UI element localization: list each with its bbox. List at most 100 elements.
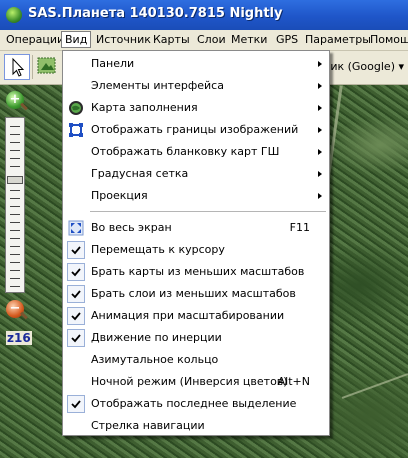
menu-item-label: Анимация при масштабировании [91, 309, 285, 322]
zoom-tick [10, 150, 20, 151]
zoom-out-icon: − [9, 301, 21, 316]
menu-item-label: Отображать последнее выделение [91, 397, 297, 410]
checkmark-icon [67, 307, 85, 325]
window-title: SAS.Планета 140130.7815 Nightly [28, 6, 283, 21]
menu-layers[interactable]: Слои [197, 33, 226, 46]
submenu-arrow-icon [318, 193, 322, 199]
zoom-tick [10, 286, 20, 287]
menu-item-maps-from-lower-zoom[interactable]: Брать карты из меньших масштабов [64, 261, 328, 283]
menu-item-label: Во весь экран [91, 221, 172, 234]
checkmark-icon [67, 395, 85, 413]
zoom-tick [10, 214, 20, 215]
app-globe-icon [6, 7, 22, 23]
menu-item-label: Стрелка навигации [91, 419, 205, 432]
zoom-tick [10, 278, 20, 279]
zoom-tick [10, 158, 20, 159]
zoom-tick [10, 230, 20, 231]
menu-marks[interactable]: Метки [231, 33, 267, 46]
bounds-icon [69, 123, 83, 137]
menu-settings[interactable]: Параметры [305, 33, 371, 46]
menu-item-label: Перемещать к курсору [91, 243, 225, 256]
checkmark-icon [67, 329, 85, 347]
menu-item-navigation-arrow[interactable]: Стрелка навигации [64, 415, 328, 437]
zoom-tick [10, 198, 20, 199]
menu-item-degree-grid[interactable]: Градусная сетка [64, 163, 328, 185]
menu-bar: Операции Вид Источник Карты Слои Метки G… [0, 30, 408, 51]
zoom-in-icon: + [9, 92, 21, 107]
zoom-in-button[interactable]: + [6, 91, 24, 109]
menu-item-label: Карта заполнения [91, 101, 198, 114]
menu-item-label: Панели [91, 57, 135, 70]
menu-item-inertia-movement[interactable]: Движение по инерции [64, 327, 328, 349]
menu-item-shortcut: F11 [289, 221, 310, 234]
view-menu-dropdown: Панели Элементы интерфейса Карта заполне… [62, 50, 330, 436]
zoom-slider-thumb[interactable] [7, 176, 23, 184]
menu-item-panels[interactable]: Панели [64, 53, 328, 75]
submenu-arrow-icon [318, 171, 322, 177]
checkmark-icon [67, 285, 85, 303]
submenu-arrow-icon [318, 149, 322, 155]
menu-item-layers-from-lower-zoom[interactable]: Брать слои из меньших масштабов [64, 283, 328, 305]
menu-item-label: Отображать границы изображений [91, 123, 299, 136]
zoom-tick [10, 126, 20, 127]
zoom-slider[interactable] [5, 117, 25, 293]
menu-item-night-mode[interactable]: Ночной режим (Инверсия цветов) Alt+N [64, 371, 328, 393]
zoom-tick [10, 190, 20, 191]
toolbar-separator [32, 55, 33, 79]
menu-item-zoom-animation[interactable]: Анимация при масштабировании [64, 305, 328, 327]
zoom-tick [10, 238, 20, 239]
menu-source[interactable]: Источник [96, 33, 151, 46]
select-area-icon [37, 57, 56, 74]
checkmark-icon [67, 263, 85, 281]
menu-help[interactable]: Помощь [370, 33, 408, 46]
zoom-tick [10, 166, 20, 167]
zoom-tick [10, 206, 20, 207]
zoom-tick [10, 142, 20, 143]
select-area-button[interactable] [35, 54, 61, 80]
menu-separator [90, 211, 326, 212]
menu-item-label: Градусная сетка [91, 167, 189, 180]
zoom-tick [10, 262, 20, 263]
submenu-arrow-icon [318, 61, 322, 67]
zoom-level-label: z16 [6, 331, 32, 345]
menu-item-label: Брать слои из меньших масштабов [91, 287, 296, 300]
submenu-arrow-icon [318, 105, 322, 111]
menu-item-last-selection[interactable]: Отображать последнее выделение [64, 393, 328, 415]
submenu-arrow-icon [318, 127, 322, 133]
menu-item-fill-map[interactable]: Карта заполнения [64, 97, 328, 119]
menu-view[interactable]: Вид [61, 31, 92, 48]
menu-item-interface-elements[interactable]: Элементы интерфейса [64, 75, 328, 97]
menu-item-fullscreen[interactable]: Во весь экран F11 [64, 217, 328, 239]
menu-item-label: Элементы интерфейса [91, 79, 224, 92]
menu-maps[interactable]: Карты [153, 33, 190, 46]
menu-item-label: Брать карты из меньших масштабов [91, 265, 305, 278]
menu-item-label: Ночной режим (Инверсия цветов) [91, 375, 288, 388]
zoom-tick [10, 134, 20, 135]
menu-item-shortcut: Alt+N [277, 375, 310, 388]
zoom-tick [10, 222, 20, 223]
title-bar: SAS.Планета 140130.7815 Nightly [0, 0, 408, 30]
menu-item-label: Проекция [91, 189, 148, 202]
pointer-tool-button[interactable] [4, 54, 30, 80]
menu-item-move-to-cursor[interactable]: Перемещать к курсору [64, 239, 328, 261]
menu-item-label: Движение по инерции [91, 331, 222, 344]
zoom-tick [10, 270, 20, 271]
menu-item-label: Отображать бланковку карт ГШ [91, 145, 280, 158]
fullscreen-icon [68, 220, 84, 236]
menu-item-projection[interactable]: Проекция [64, 185, 328, 207]
menu-item-azimuth-ring[interactable]: Азимутальное кольцо [64, 349, 328, 371]
cursor-arrow-icon [12, 57, 25, 77]
menu-item-gsh-sheets[interactable]: Отображать бланковку карт ГШ [64, 141, 328, 163]
zoom-tick [10, 246, 20, 247]
zoom-tick [10, 254, 20, 255]
menu-item-image-bounds[interactable]: Отображать границы изображений [64, 119, 328, 141]
menu-operations[interactable]: Операции [6, 33, 64, 46]
menu-gps[interactable]: GPS [276, 33, 298, 46]
map-source-dropdown[interactable]: ник (Google) ▾ [323, 60, 404, 73]
checkmark-icon [67, 241, 85, 259]
zoom-panel: + − z16 [0, 85, 32, 458]
submenu-arrow-icon [318, 83, 322, 89]
map-road [341, 373, 408, 399]
zoom-out-button[interactable]: − [6, 300, 24, 318]
menu-item-label: Азимутальное кольцо [91, 353, 219, 366]
